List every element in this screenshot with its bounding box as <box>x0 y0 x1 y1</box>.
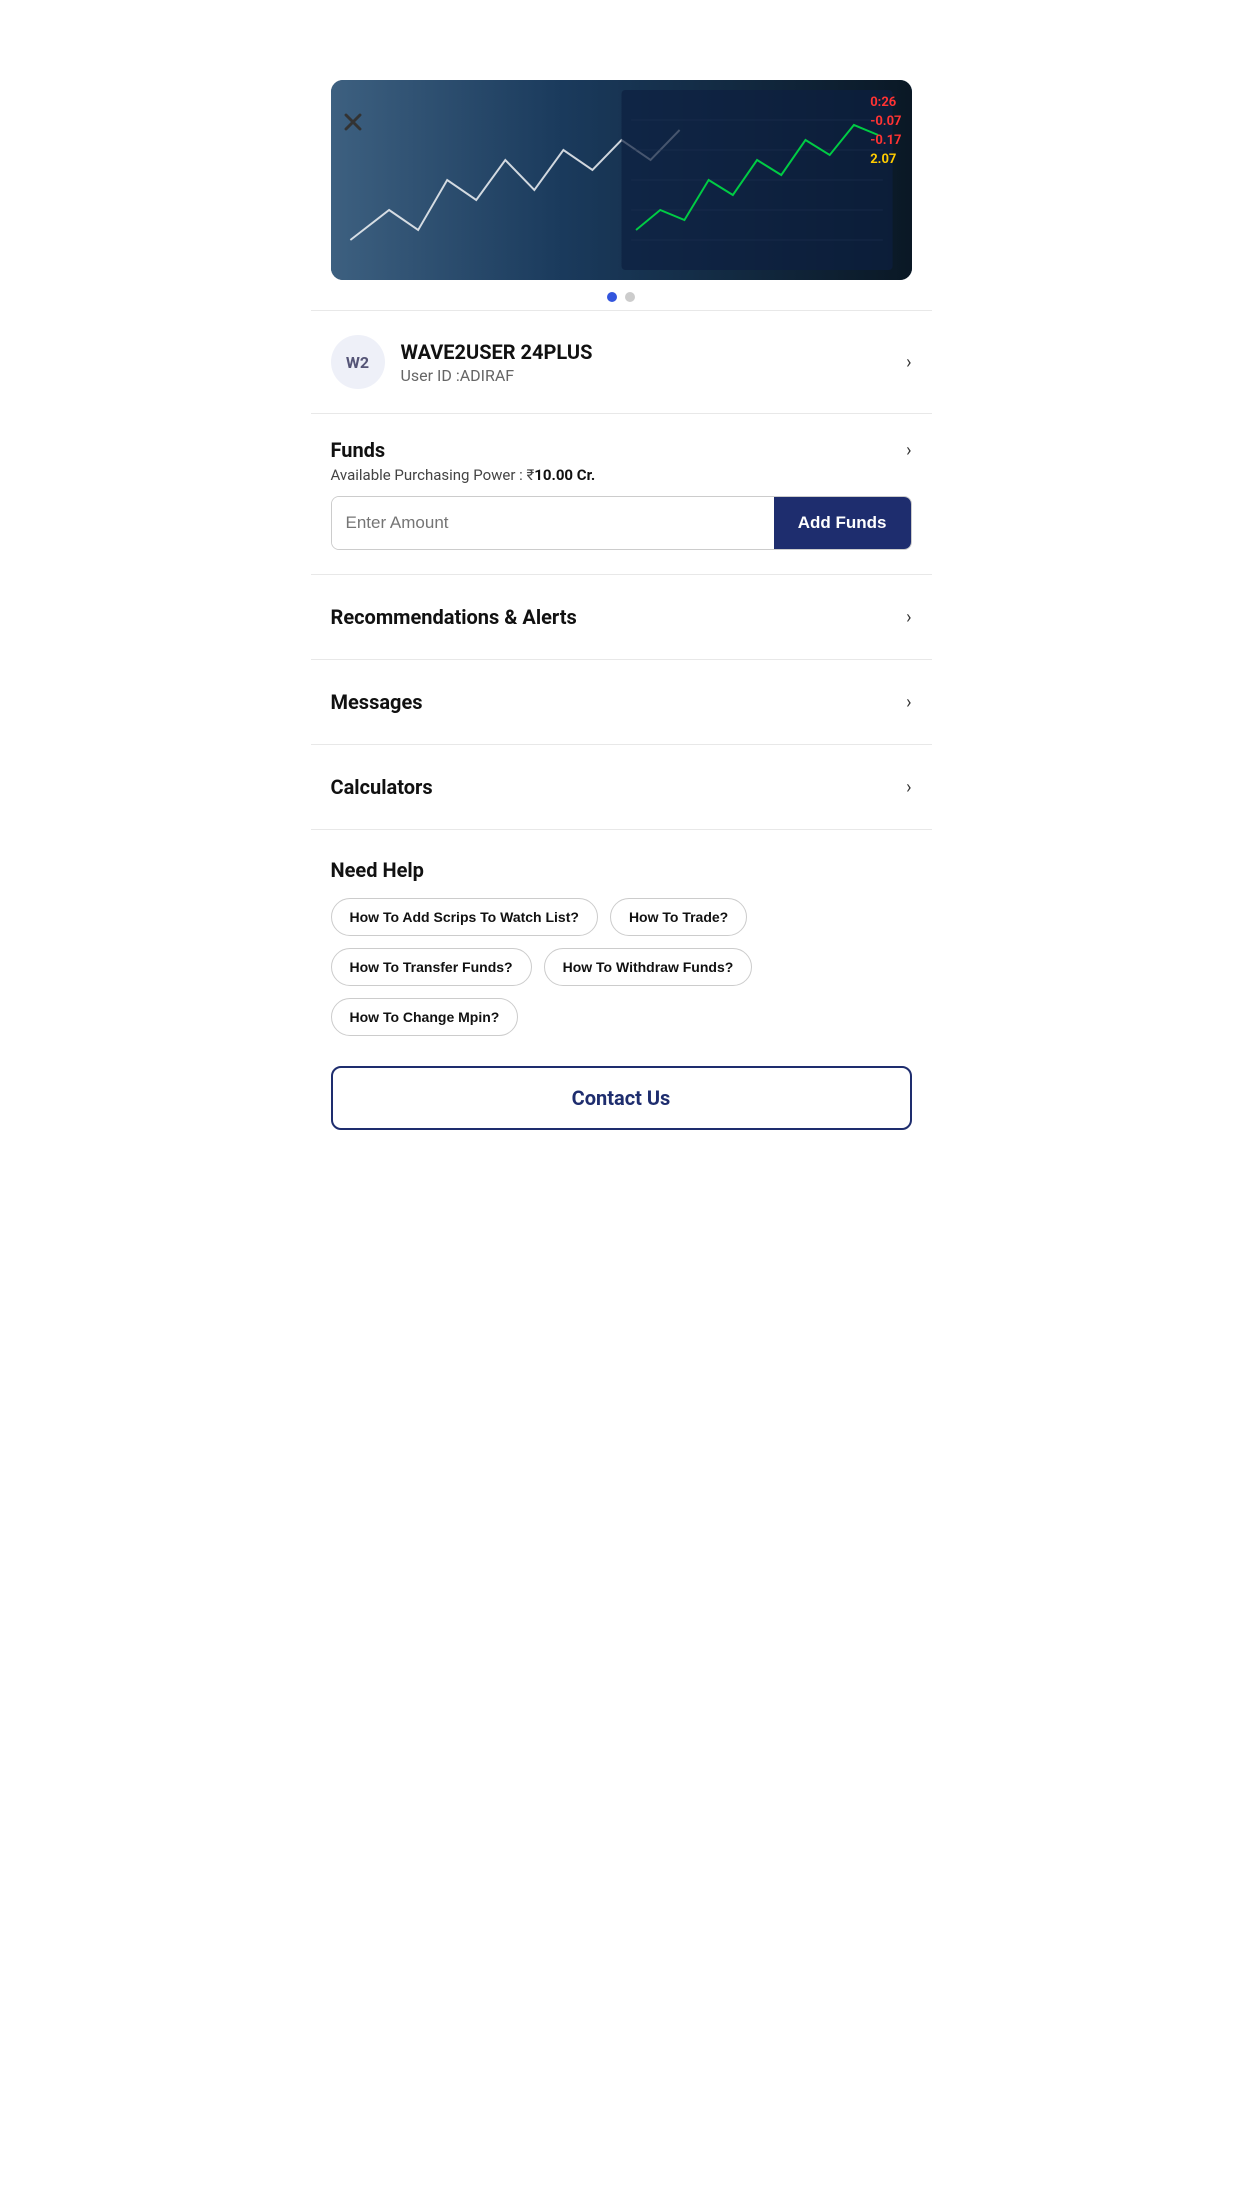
carousel-dots <box>331 292 912 302</box>
user-name: WAVE2USER 24PLUS <box>401 340 907 364</box>
help-pills-container: How To Add Scrips To Watch List? How To … <box>331 898 912 1036</box>
calculators-label: Calculators <box>331 775 433 799</box>
divider-3 <box>311 574 932 575</box>
stock-num-1: 0:26 <box>870 95 896 110</box>
contact-us-bar[interactable]: Contact Us <box>331 1066 912 1130</box>
divider-6 <box>311 829 932 830</box>
add-funds-button[interactable]: Add Funds <box>774 497 911 549</box>
funds-label: Funds <box>331 438 386 462</box>
stock-numbers: 0:26 -0.07 -0.17 2.07 <box>870 95 901 167</box>
divider-4 <box>311 659 932 660</box>
help-pill-transfer[interactable]: How To Transfer Funds? <box>331 948 532 986</box>
need-help-section: Need Help How To Add Scrips To Watch Lis… <box>311 838 932 1056</box>
divider-5 <box>311 744 932 745</box>
close-button[interactable] <box>335 104 371 140</box>
need-help-title: Need Help <box>331 858 912 882</box>
user-profile-row[interactable]: W2 WAVE2USER 24PLUS User ID :ADIRAF › <box>311 319 932 405</box>
stock-num-2: -0.07 <box>870 114 901 129</box>
help-pill-mpin[interactable]: How To Change Mpin? <box>331 998 519 1036</box>
messages-nav-item[interactable]: Messages › <box>311 668 932 736</box>
stock-num-4: 2.07 <box>870 152 896 167</box>
help-pill-scrips[interactable]: How To Add Scrips To Watch List? <box>331 898 598 936</box>
messages-chevron-icon: › <box>906 692 911 713</box>
help-pill-withdraw[interactable]: How To Withdraw Funds? <box>544 948 753 986</box>
carousel-dot-1[interactable] <box>607 292 617 302</box>
funds-chevron-icon: › <box>906 440 911 461</box>
recommendations-nav-item[interactable]: Recommendations & Alerts › <box>311 583 932 651</box>
stock-num-3: -0.17 <box>870 133 901 148</box>
calculators-nav-item[interactable]: Calculators › <box>311 753 932 821</box>
amount-input[interactable] <box>332 497 774 549</box>
recommendations-chevron-icon: › <box>906 607 911 628</box>
funds-section: Funds › Available Purchasing Power : ₹10… <box>311 422 932 566</box>
carousel-dot-2[interactable] <box>625 292 635 302</box>
calculators-chevron-icon: › <box>906 777 911 798</box>
divider-1 <box>311 310 932 311</box>
user-info: WAVE2USER 24PLUS User ID :ADIRAF <box>401 340 907 385</box>
hero-section: 0:26 -0.07 -0.17 2.07 <box>311 80 932 302</box>
hero-banner: 0:26 -0.07 -0.17 2.07 <box>331 80 912 280</box>
contact-us-label: Contact Us <box>572 1086 671 1110</box>
funds-input-row: Add Funds <box>331 496 912 550</box>
user-avatar: W2 <box>331 335 385 389</box>
messages-label: Messages <box>331 690 423 714</box>
user-chevron-icon: › <box>906 352 911 373</box>
user-id: User ID :ADIRAF <box>401 366 907 385</box>
help-pill-trade[interactable]: How To Trade? <box>610 898 747 936</box>
recommendations-label: Recommendations & Alerts <box>331 605 577 629</box>
divider-2 <box>311 413 932 414</box>
available-purchasing-power: Available Purchasing Power : ₹10.00 Cr. <box>331 466 912 484</box>
